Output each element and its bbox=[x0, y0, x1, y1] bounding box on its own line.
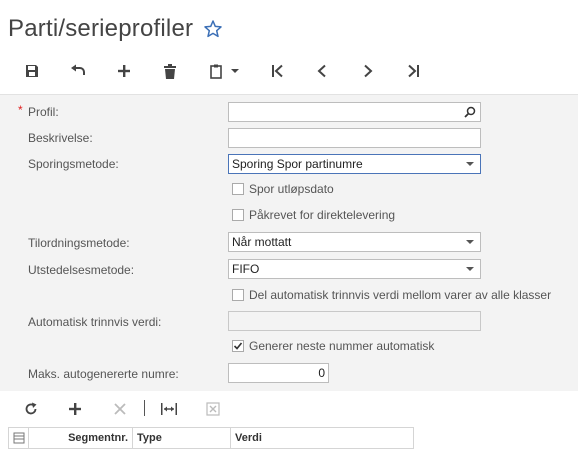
chevron-down-icon bbox=[466, 162, 474, 166]
tilordningsmetode-label: Tilordningsmetode: bbox=[28, 236, 130, 250]
title-row: Parti/serieprofiler bbox=[8, 14, 223, 44]
utstedelsesmetode-select[interactable]: FIFO bbox=[228, 259, 481, 279]
favorite-star-icon[interactable] bbox=[203, 19, 223, 39]
utstedelsesmetode-label: Utstedelsesmetode: bbox=[28, 263, 135, 277]
profil-label: Profil: bbox=[28, 105, 59, 119]
tilordningsmetode-select[interactable]: Når mottatt bbox=[228, 232, 481, 252]
chevron-down-icon bbox=[466, 267, 474, 271]
previous-record-icon[interactable] bbox=[310, 60, 334, 82]
undo-icon[interactable] bbox=[66, 60, 90, 82]
tilordningsmetode-value: Når mottatt bbox=[232, 235, 292, 249]
export-excel-icon[interactable] bbox=[202, 399, 224, 419]
pakrevet-checkbox[interactable] bbox=[232, 209, 244, 221]
first-record-icon[interactable] bbox=[265, 60, 289, 82]
profil-input[interactable] bbox=[228, 102, 481, 122]
toolbar-separator bbox=[144, 400, 145, 416]
grid-header: Segmentnr. Type Verdi bbox=[8, 427, 414, 449]
grid-toolbar bbox=[0, 394, 578, 422]
beskrivelse-label: Beskrivelse: bbox=[28, 131, 93, 145]
grid-add-icon[interactable] bbox=[64, 399, 86, 419]
fit-columns-icon[interactable] bbox=[158, 399, 180, 419]
utstedelsesmetode-value: FIFO bbox=[232, 262, 260, 276]
next-record-icon[interactable] bbox=[356, 60, 380, 82]
search-icon[interactable] bbox=[464, 105, 476, 123]
column-header-verdi[interactable]: Verdi bbox=[231, 428, 412, 448]
beskrivelse-input[interactable] bbox=[228, 128, 481, 148]
spor-utlopsdato-label: Spor utløpsdato bbox=[249, 182, 334, 196]
refresh-icon[interactable] bbox=[20, 399, 42, 419]
main-toolbar bbox=[0, 56, 578, 86]
grid-delete-icon[interactable] bbox=[109, 399, 131, 419]
delete-icon[interactable] bbox=[158, 60, 182, 82]
auto-trinnvis-input[interactable] bbox=[228, 311, 481, 331]
generer-checkbox[interactable] bbox=[232, 340, 244, 352]
add-icon[interactable] bbox=[112, 60, 136, 82]
row-selector-icon[interactable] bbox=[9, 428, 29, 448]
auto-trinnvis-label: Automatisk trinnvis verdi: bbox=[28, 315, 162, 329]
clipboard-dropdown-icon[interactable] bbox=[228, 60, 242, 82]
sporingsmetode-label: Sporingsmetode: bbox=[28, 157, 119, 171]
generer-label: Generer neste nummer automatisk bbox=[249, 339, 435, 353]
required-marker: * bbox=[18, 103, 23, 117]
chevron-down-icon bbox=[466, 240, 474, 244]
sporingsmetode-select[interactable]: Sporing Spor partinumre bbox=[228, 154, 481, 174]
column-header-type[interactable]: Type bbox=[133, 428, 231, 448]
clipboard-icon[interactable] bbox=[204, 60, 228, 82]
sporingsmetode-value: Sporing Spor partinumre bbox=[232, 157, 363, 171]
last-record-icon[interactable] bbox=[402, 60, 426, 82]
page-title: Parti/serieprofiler bbox=[8, 15, 194, 42]
spor-utlopsdato-checkbox[interactable] bbox=[232, 183, 244, 195]
maks-input[interactable]: 0 bbox=[228, 363, 329, 383]
del-auto-label: Del automatisk trinnvis verdi mellom var… bbox=[249, 288, 552, 302]
del-auto-checkbox[interactable] bbox=[232, 289, 244, 301]
save-icon[interactable] bbox=[20, 60, 44, 82]
maks-label: Maks. autogenererte numre: bbox=[28, 367, 179, 381]
pakrevet-label: Påkrevet for direktelevering bbox=[249, 208, 396, 222]
profile-form: * Profil: Beskrivelse: Sporingsmetode: S… bbox=[0, 94, 578, 391]
column-header-segmentnr[interactable]: Segmentnr. bbox=[29, 428, 133, 448]
